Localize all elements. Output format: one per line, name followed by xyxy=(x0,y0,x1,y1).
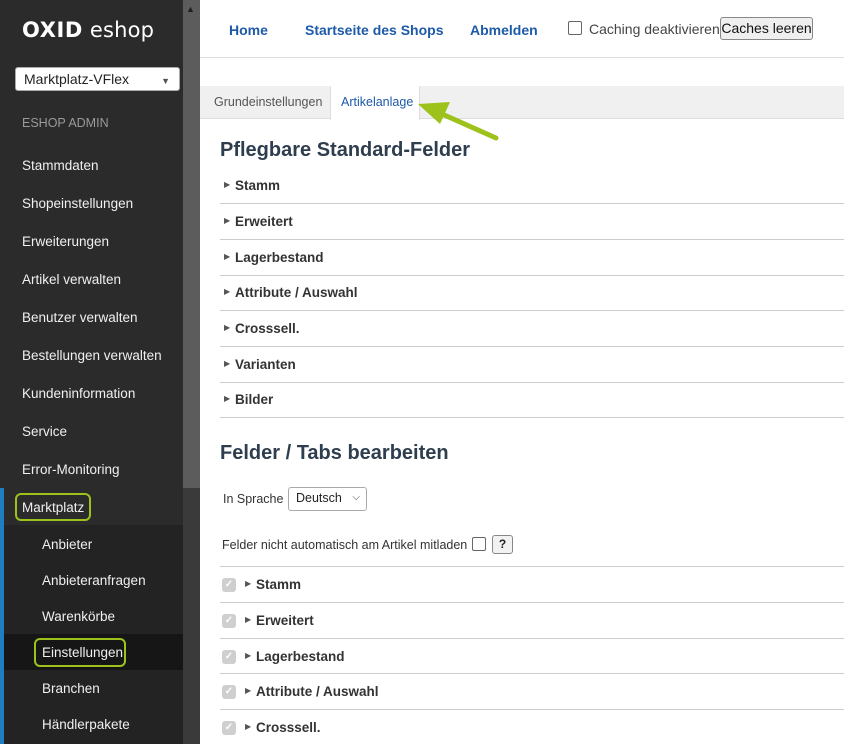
subnav-warenkoerbe[interactable]: Warenkörbe xyxy=(42,609,115,624)
caret-right-icon: ▶ xyxy=(224,180,231,189)
active-indicator xyxy=(0,488,4,744)
section-item-lagerbestand[interactable]: ▶ Lagerbestand xyxy=(220,240,844,276)
sidebar-scrollbar-track[interactable] xyxy=(183,488,200,744)
field-row-stamm[interactable]: ✓ ▶ Stamm xyxy=(220,566,844,602)
caret-right-icon: ▶ xyxy=(245,579,252,588)
checked-checkbox-icon[interactable]: ✓ xyxy=(222,721,236,735)
subnav-haendlerpakete[interactable]: Händlerpakete xyxy=(42,717,130,732)
chevron-down-icon: ▼ xyxy=(161,76,170,86)
caret-right-icon: ▶ xyxy=(245,615,252,624)
shop-select-value: Marktplatz-VFlex xyxy=(24,71,130,87)
language-select-value: Deutsch xyxy=(296,491,342,505)
home-link[interactable]: Home xyxy=(229,22,268,38)
subnav-anbieteranfragen[interactable]: Anbieteranfragen xyxy=(42,573,146,588)
help-button[interactable]: ? xyxy=(492,535,513,554)
caret-right-icon: ▶ xyxy=(224,287,231,296)
logout-link[interactable]: Abmelden xyxy=(470,22,538,38)
nav-service[interactable]: Service xyxy=(22,424,67,439)
nav-stammdaten[interactable]: Stammdaten xyxy=(22,158,99,173)
field-row-crosssell[interactable]: ✓ ▶ Crosssell. xyxy=(220,709,844,745)
oxid-eshop-logo: OXID eshop xyxy=(22,18,155,42)
highlight-einstellungen xyxy=(34,638,126,667)
shop-start-link[interactable]: Startseite des Shops xyxy=(305,22,444,38)
subnav-anbieter[interactable]: Anbieter xyxy=(42,537,92,552)
checked-checkbox-icon[interactable]: ✓ xyxy=(222,685,236,699)
tab-artikelanlage-label: Artikelanlage xyxy=(341,95,414,109)
nav-shopeinstellungen[interactable]: Shopeinstellungen xyxy=(22,196,133,211)
scroll-up-icon[interactable]: ▲ xyxy=(186,4,195,14)
caret-right-icon: ▶ xyxy=(224,323,231,332)
nav-bestellungen-verwalten[interactable]: Bestellungen verwalten xyxy=(22,348,162,363)
section-item-crosssell[interactable]: ▶ Crosssell. xyxy=(220,311,844,347)
spacer xyxy=(200,59,844,86)
field-row-erweitert[interactable]: ✓ ▶ Erweitert xyxy=(220,602,844,638)
field-row-attribute[interactable]: ✓ ▶ Attribute / Auswahl xyxy=(220,673,844,709)
section-title-standard-fields: Pflegbare Standard-Felder xyxy=(220,139,471,161)
caret-right-icon: ▶ xyxy=(245,651,252,660)
tab-artikelanlage[interactable]: Artikelanlage xyxy=(330,86,420,120)
section-title-fields-tabs: Felder / Tabs bearbeiten xyxy=(220,442,449,464)
nav-artikel-verwalten[interactable]: Artikel verwalten xyxy=(22,272,121,287)
caret-right-icon: ▶ xyxy=(224,359,231,368)
nav-erweiterungen[interactable]: Erweiterungen xyxy=(22,234,109,249)
sidebar-scrollbar-thumb[interactable] xyxy=(183,0,200,488)
sidebar: OXID eshop Marktplatz-VFlex ▼ ESHOP ADMIN… xyxy=(0,0,200,744)
caret-right-icon: ▶ xyxy=(224,216,231,225)
section-item-bilder[interactable]: ▶ Bilder xyxy=(220,382,844,418)
caret-right-icon: ▶ xyxy=(245,686,252,695)
language-label: In Sprache xyxy=(223,492,284,506)
nav-kundeninformation[interactable]: Kundeninformation xyxy=(22,386,135,401)
section-item-stamm[interactable]: ▶ Stamm xyxy=(220,168,844,204)
section-item-erweitert[interactable]: ▶ Erweitert xyxy=(220,204,844,240)
checked-checkbox-icon[interactable]: ✓ xyxy=(222,614,236,628)
checked-checkbox-icon[interactable]: ✓ xyxy=(222,578,236,592)
section-item-attribute[interactable]: ▶ Attribute / Auswahl xyxy=(220,275,844,311)
disable-caching-checkbox[interactable] xyxy=(568,21,582,35)
subnav-branchen[interactable]: Branchen xyxy=(42,681,100,696)
tab-grundeinstellungen[interactable]: Grundeinstellungen xyxy=(214,95,322,109)
caret-right-icon: ▶ xyxy=(245,722,252,731)
shop-select[interactable]: Marktplatz-VFlex ▼ xyxy=(15,67,180,91)
checked-checkbox-icon[interactable]: ✓ xyxy=(222,650,236,664)
disable-caching-label: Caching deaktivieren xyxy=(589,21,720,37)
tab-bar: Grundeinstellungen xyxy=(200,86,844,119)
nav-error-monitoring[interactable]: Error-Monitoring xyxy=(22,462,120,477)
caret-right-icon: ▶ xyxy=(224,394,231,403)
no-autoload-checkbox[interactable] xyxy=(472,537,486,551)
field-row-lagerbestand[interactable]: ✓ ▶ Lagerbestand xyxy=(220,638,844,674)
highlight-marktplatz xyxy=(15,493,91,521)
section-item-varianten[interactable]: ▶ Varianten xyxy=(220,347,844,383)
chevron-down-icon: ⌵ xyxy=(352,492,360,503)
caret-right-icon: ▶ xyxy=(224,252,231,261)
admin-title: ESHOP ADMIN xyxy=(22,116,109,130)
language-select[interactable]: Deutsch ⌵ xyxy=(288,487,367,511)
no-autoload-label: Felder nicht automatisch am Artikel mitl… xyxy=(222,538,468,552)
clear-caches-button[interactable]: Caches leeren xyxy=(720,17,813,40)
nav-benutzer-verwalten[interactable]: Benutzer verwalten xyxy=(22,310,138,325)
